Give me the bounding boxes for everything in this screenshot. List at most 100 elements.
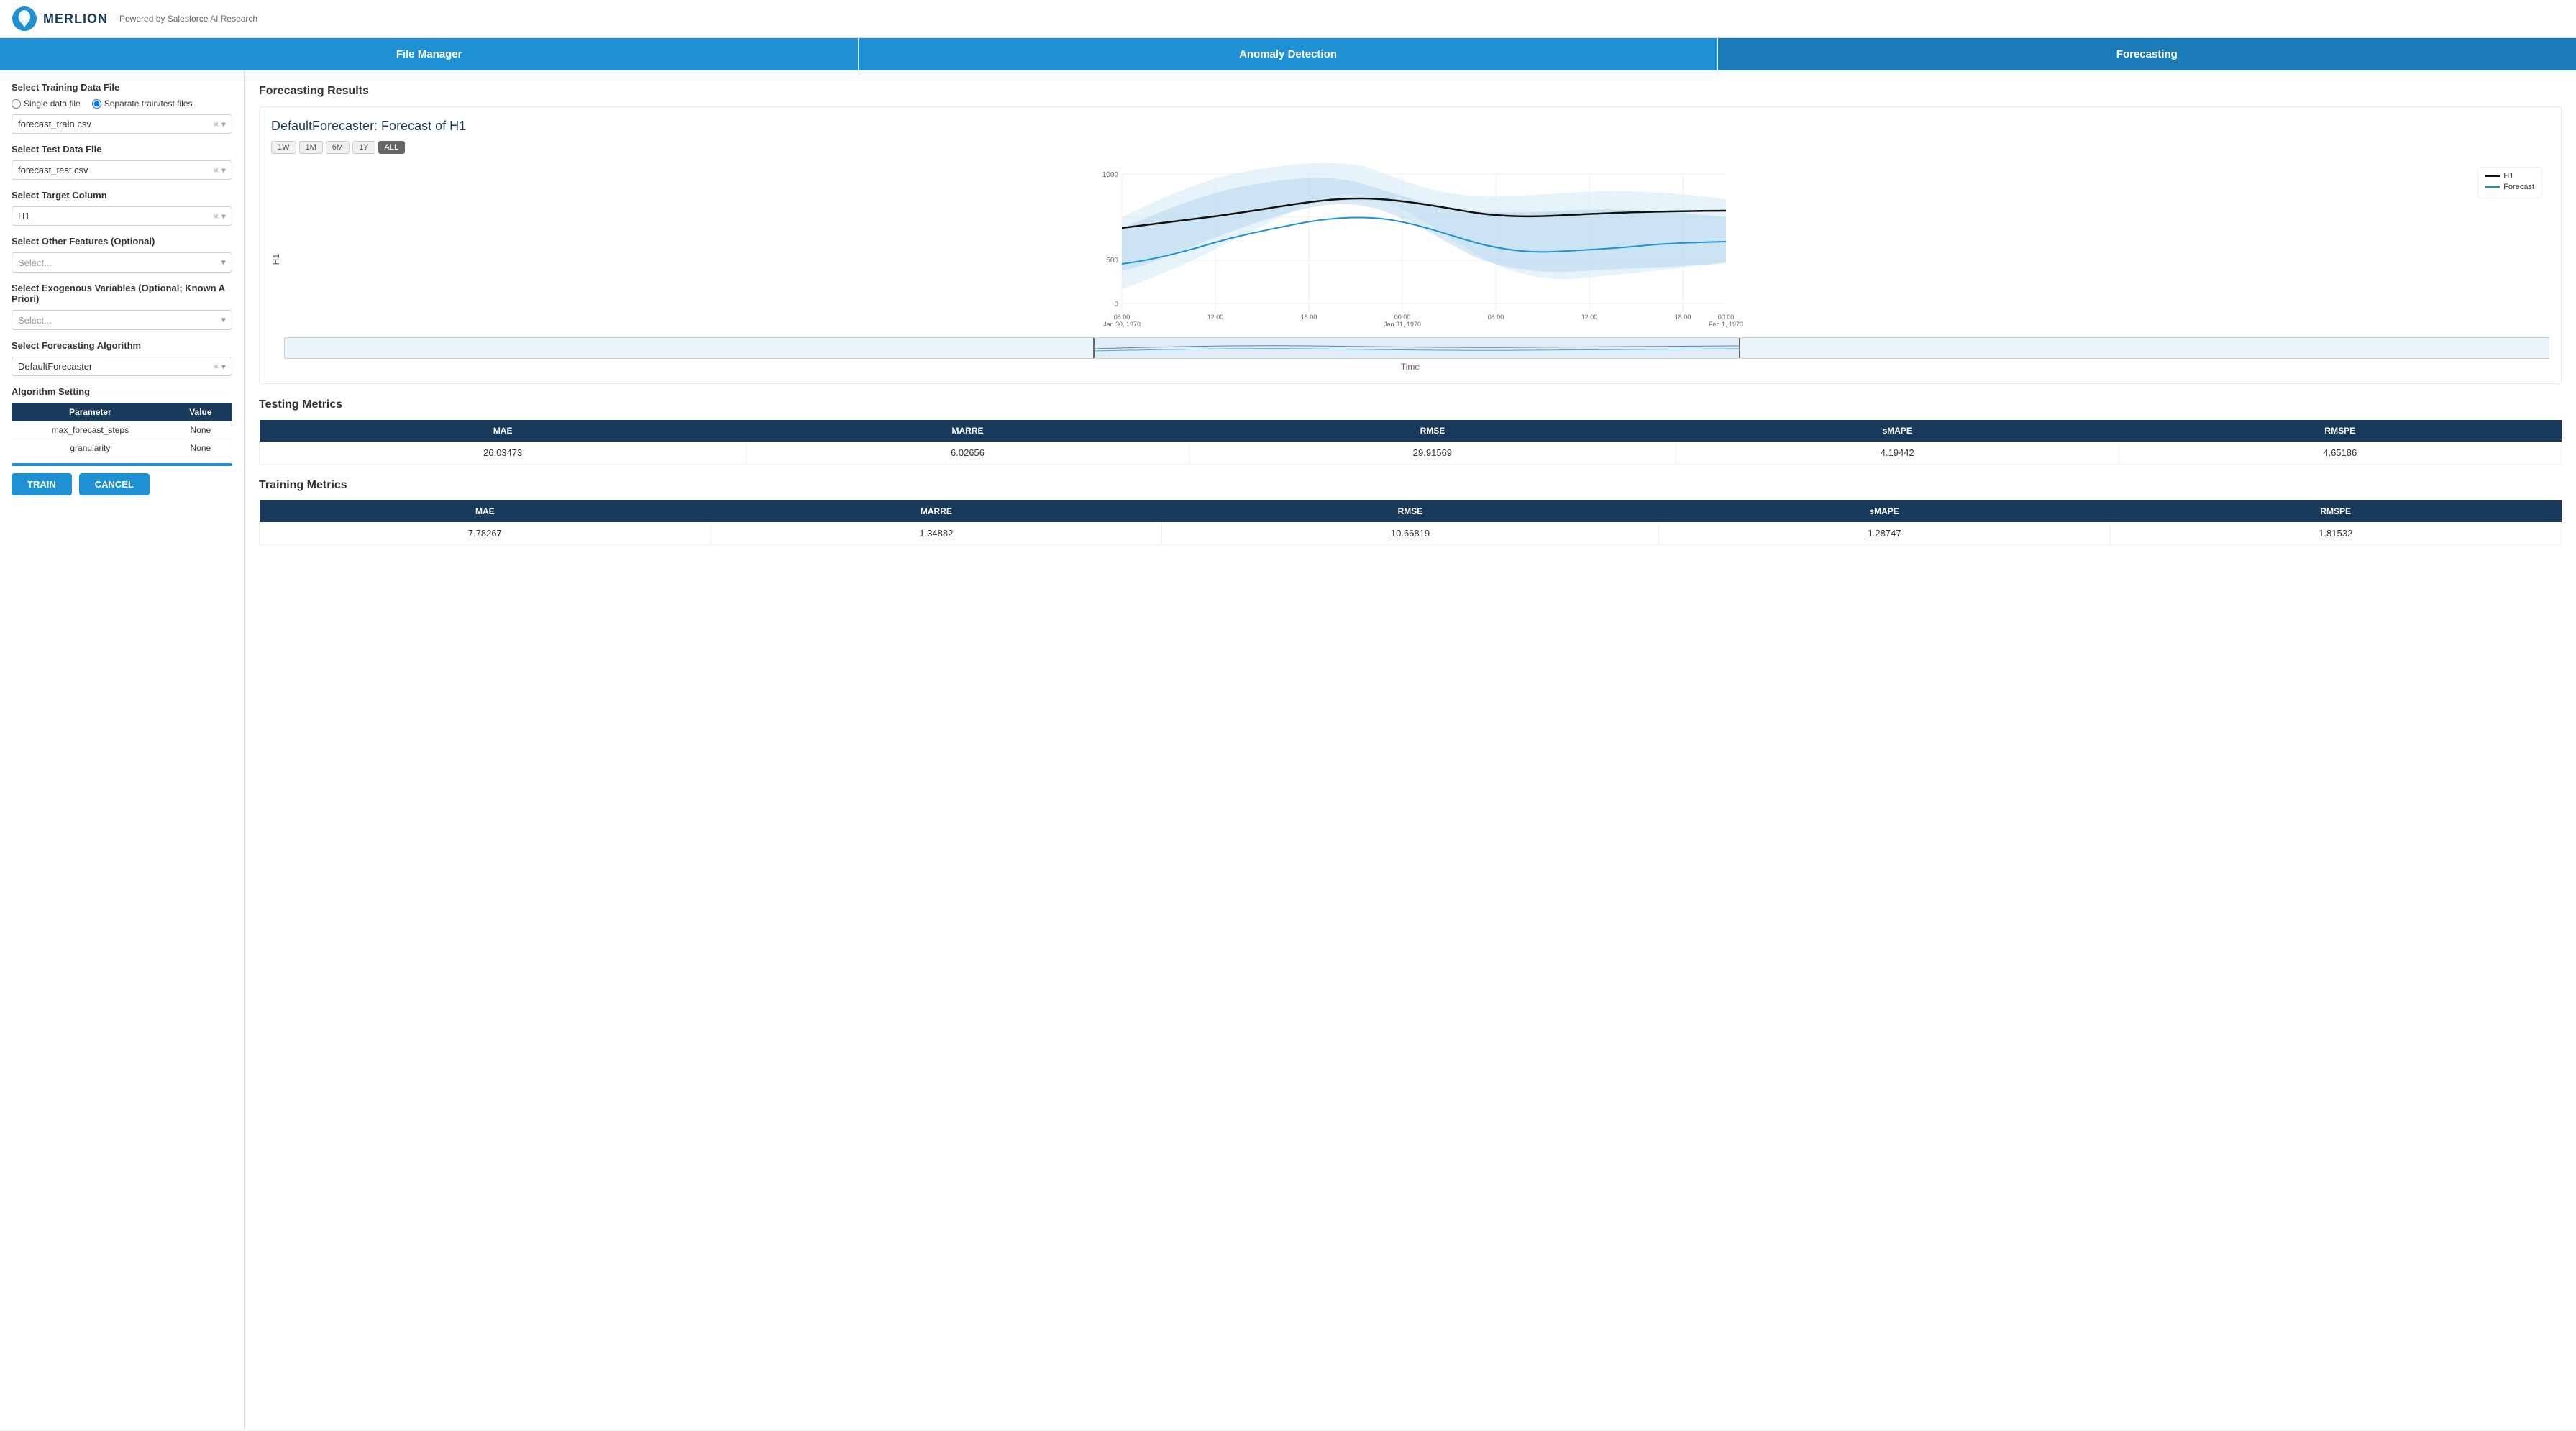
- exogenous-placeholder: Select...: [18, 315, 221, 326]
- time-btn-1y[interactable]: 1Y: [352, 141, 375, 154]
- train-button[interactable]: TRAIN: [12, 473, 72, 495]
- time-btn-1m[interactable]: 1M: [299, 141, 323, 154]
- nav-file-manager[interactable]: File Manager: [0, 38, 859, 70]
- algorithm-value: DefaultForecaster: [18, 361, 214, 372]
- train-header-rmspe: RMSPE: [2110, 500, 2562, 522]
- table-row: 7.78267 1.34882 10.66819 1.28747 1.81532: [260, 522, 2562, 545]
- time-btn-all[interactable]: ALL: [378, 141, 406, 154]
- svg-text:00:00: 00:00: [1394, 314, 1411, 321]
- legend-forecast: Forecast: [2485, 183, 2534, 191]
- svg-text:12:00: 12:00: [1581, 314, 1598, 321]
- algo-settings-table: Parameter Value max_forecast_steps None …: [12, 403, 232, 457]
- nav-anomaly-detection[interactable]: Anomaly Detection: [859, 38, 1717, 70]
- svg-text:06:00: 06:00: [1114, 314, 1131, 321]
- legend-forecast-label: Forecast: [2503, 183, 2534, 191]
- svg-text:Jan 31, 1970: Jan 31, 1970: [1384, 321, 1421, 328]
- training-file-select[interactable]: forecast_train.csv × ▾: [12, 114, 232, 134]
- other-features-label: Select Other Features (Optional): [12, 236, 232, 247]
- algo-param-2: granularity: [12, 439, 169, 457]
- test-rmspe-value: 4.65186: [2119, 442, 2562, 465]
- algo-param-header: Parameter: [12, 403, 169, 421]
- x-axis-label: Time: [271, 362, 2549, 372]
- svg-text:Feb 1, 1970: Feb 1, 1970: [1709, 321, 1743, 328]
- test-file-select[interactable]: forecast_test.csv × ▾: [12, 160, 232, 180]
- forecast-chart-container: DefaultForecaster: Forecast of H1 1W 1M …: [259, 106, 2562, 384]
- clear-algorithm-icon[interactable]: ×: [214, 362, 219, 372]
- progress-bar: [12, 463, 232, 466]
- train-smape-value: 1.28747: [1658, 522, 2110, 545]
- nav-bar: File Manager Anomaly Detection Forecasti…: [0, 38, 2576, 70]
- test-smape-value: 4.19442: [1676, 442, 2119, 465]
- target-column-select[interactable]: H1 × ▾: [12, 206, 232, 226]
- action-buttons: TRAIN CANCEL: [12, 473, 232, 495]
- test-rmse-value: 29.91569: [1189, 442, 1676, 465]
- chart-legend: H1 Forecast: [2477, 167, 2542, 198]
- legend-h1: H1: [2485, 172, 2534, 180]
- other-features-select[interactable]: Select... ▾: [12, 252, 232, 273]
- chart-svg-wrapper: 1000 500 0 06:00 Jan 30, 1970 12:00 18:0…: [284, 160, 2549, 359]
- chart-title: DefaultForecaster: Forecast of H1: [271, 119, 2549, 134]
- test-header-rmspe: RMSPE: [2119, 420, 2562, 442]
- dropdown-exogenous-icon[interactable]: ▾: [221, 314, 226, 326]
- dropdown-algorithm-icon[interactable]: ▾: [221, 362, 226, 372]
- test-header-mae: MAE: [260, 420, 746, 442]
- dropdown-test-file-icon[interactable]: ▾: [221, 165, 226, 175]
- cancel-button[interactable]: CANCEL: [79, 473, 150, 495]
- nav-forecasting[interactable]: Forecasting: [1718, 38, 2576, 70]
- test-file-label: Select Test Data File: [12, 144, 232, 155]
- training-file-value: forecast_train.csv: [18, 119, 214, 129]
- algo-value-1: None: [169, 421, 232, 439]
- train-mae-value: 7.78267: [260, 522, 711, 545]
- chart-inner: H1: [271, 160, 2549, 359]
- target-column-label: Select Target Column: [12, 190, 232, 201]
- exogenous-select[interactable]: Select... ▾: [12, 310, 232, 330]
- test-header-smape: sMAPE: [1676, 420, 2119, 442]
- powered-by-text: Powered by Salesforce AI Research: [119, 14, 257, 24]
- header: MERLION Powered by Salesforce AI Researc…: [0, 0, 2576, 38]
- range-selector-svg: [285, 338, 2549, 359]
- train-rmse-value: 10.66819: [1162, 522, 1659, 545]
- training-file-label: Select Training Data File: [12, 82, 232, 93]
- other-features-placeholder: Select...: [18, 257, 221, 268]
- forecasting-results-title: Forecasting Results: [259, 85, 2562, 98]
- test-marre-value: 6.02656: [746, 442, 1189, 465]
- time-filter-buttons: 1W 1M 6M 1Y ALL: [271, 141, 2549, 154]
- chart-range-selector[interactable]: [284, 337, 2549, 359]
- testing-metrics-table: MAE MARRE RMSE sMAPE RMSPE 26.03473 6.02…: [259, 420, 2562, 465]
- clear-target-column-icon[interactable]: ×: [214, 211, 219, 221]
- test-mae-value: 26.03473: [260, 442, 746, 465]
- svg-text:18:00: 18:00: [1301, 314, 1317, 321]
- time-btn-6m[interactable]: 6M: [326, 141, 350, 154]
- algorithm-select[interactable]: DefaultForecaster × ▾: [12, 357, 232, 376]
- svg-text:Jan 30, 1970: Jan 30, 1970: [1103, 321, 1141, 328]
- legend-h1-label: H1: [2503, 172, 2513, 180]
- radio-separate-files[interactable]: Separate train/test files: [92, 99, 193, 109]
- svg-text:12:00: 12:00: [1207, 314, 1224, 321]
- algo-param-1: max_forecast_steps: [12, 421, 169, 439]
- legend-forecast-line: [2485, 186, 2500, 188]
- dropdown-target-column-icon[interactable]: ▾: [221, 211, 226, 221]
- train-header-rmse: RMSE: [1162, 500, 1659, 522]
- main-layout: Select Training Data File Single data fi…: [0, 70, 2576, 1430]
- svg-text:18:00: 18:00: [1675, 314, 1691, 321]
- logo-text: MERLION: [43, 12, 108, 27]
- algo-value-header: Value: [169, 403, 232, 421]
- train-marre-value: 1.34882: [711, 522, 1162, 545]
- y-axis-text: H1: [271, 254, 281, 265]
- dropdown-other-features-icon[interactable]: ▾: [221, 257, 226, 268]
- time-btn-1w[interactable]: 1W: [271, 141, 296, 154]
- clear-training-file-icon[interactable]: ×: [214, 119, 219, 129]
- forecast-chart-svg: 1000 500 0 06:00 Jan 30, 1970 12:00 18:0…: [284, 160, 2549, 332]
- test-file-value: forecast_test.csv: [18, 165, 214, 175]
- radio-single-file[interactable]: Single data file: [12, 99, 81, 109]
- table-row: max_forecast_steps None: [12, 421, 232, 439]
- dropdown-training-file-icon[interactable]: ▾: [221, 119, 226, 129]
- training-metrics-title: Training Metrics: [259, 479, 2562, 492]
- sidebar: Select Training Data File Single data fi…: [0, 70, 245, 1430]
- svg-text:500: 500: [1106, 257, 1118, 265]
- svg-text:1000: 1000: [1102, 171, 1119, 179]
- algo-value-2: None: [169, 439, 232, 457]
- algo-setting-label: Algorithm Setting: [12, 386, 232, 397]
- clear-test-file-icon[interactable]: ×: [214, 165, 219, 175]
- legend-h1-line: [2485, 175, 2500, 177]
